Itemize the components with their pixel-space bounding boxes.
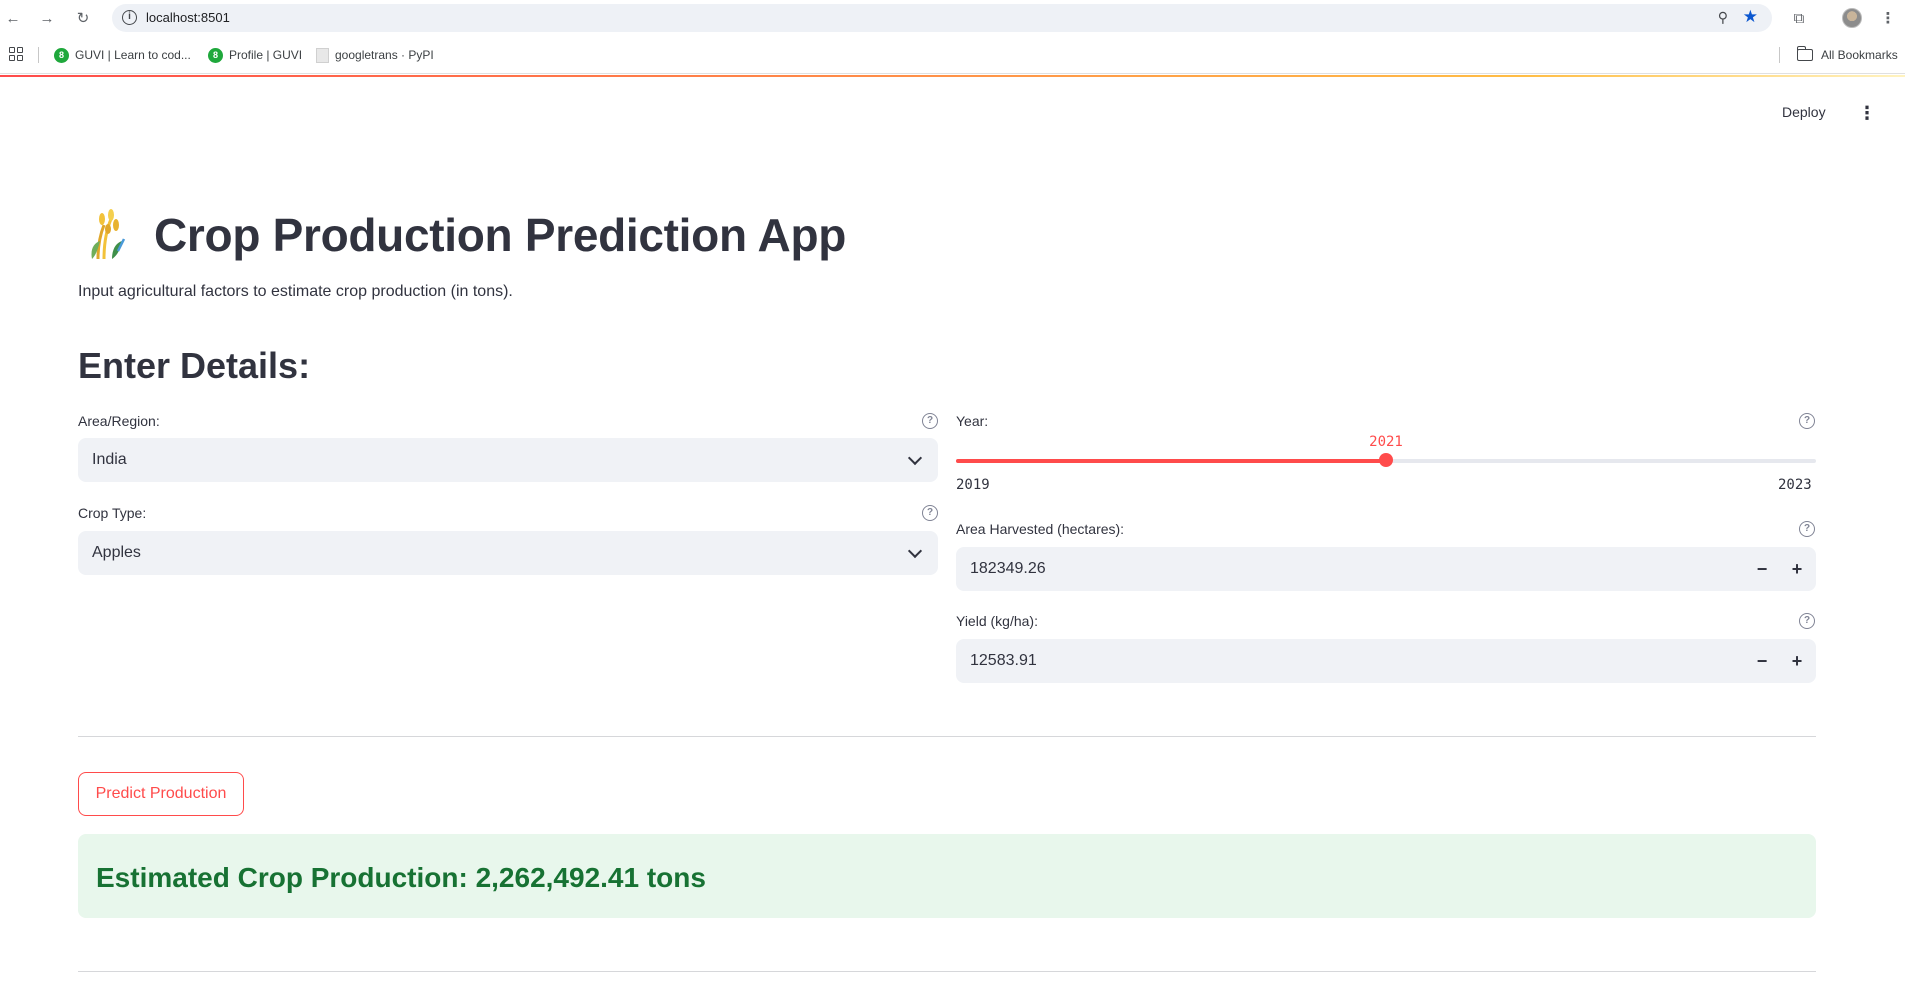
bookmark-label: GUVI | Learn to cod... [75,48,191,62]
yield-input[interactable]: 12583.91 [956,639,1816,683]
chevron-down-icon [907,450,923,466]
bookmark-label: googletrans · PyPI [335,48,434,62]
area-region-value: India [92,451,127,468]
area-harvested-value[interactable]: 182349.26 [970,560,1046,578]
year-label: Year: [956,413,989,429]
main-menu-icon[interactable]: ⋮ [1858,104,1876,122]
bookmarks-bar: 8 GUVI | Learn to cod... 8 Profile | GUV… [0,36,1905,74]
bookmarks-separator [38,47,39,63]
document-favicon-icon [316,47,329,63]
browser-menu-icon[interactable]: ⋮ [1876,6,1900,30]
unused [1744,0,1778,44]
crop-icon [78,205,144,265]
zoom-icon[interactable]: ⚲ [1718,9,1728,26]
divider [78,971,1816,972]
apps-grid-icon[interactable] [9,47,23,61]
all-bookmarks-button[interactable]: All Bookmarks [1796,46,1898,64]
profile-avatar[interactable] [1842,8,1862,28]
help-icon[interactable]: ? [1799,521,1815,537]
back-icon[interactable]: ← [2,7,24,29]
address-url[interactable]: localhost:8501 [146,10,230,25]
help-icon[interactable]: ? [922,505,938,521]
deploy-button[interactable]: Deploy [1782,104,1826,120]
help-icon[interactable]: ? [1799,613,1815,629]
area-region-select[interactable]: India [78,438,938,482]
help-icon[interactable]: ? [1799,413,1815,429]
forward-icon[interactable]: → [36,7,58,29]
predict-production-button[interactable]: Predict Production [78,772,244,816]
year-slider-max: 2023 [1778,477,1812,493]
page-subtitle: Input agricultural factors to estimate c… [78,283,513,300]
chevron-down-icon [907,543,923,559]
yield-value[interactable]: 12583.91 [970,652,1037,670]
help-icon[interactable]: ? [922,413,938,429]
result-success-box: Estimated Crop Production: 2,262,492.41 … [78,834,1816,918]
increment-button[interactable]: + [1780,639,1814,683]
bookmark-label: Profile | GUVI [229,48,303,62]
increment-button[interactable]: + [1780,547,1814,591]
year-slider-track[interactable] [956,453,1816,467]
year-slider-value: 2021 [1369,434,1403,450]
crop-type-value: Apples [92,544,141,561]
year-slider-min: 2019 [956,477,990,493]
site-info-icon[interactable]: i [122,10,137,25]
folder-icon [1796,46,1813,61]
reload-icon[interactable]: ↻ [72,7,94,29]
crop-type-select[interactable]: Apples [78,531,938,575]
app-decoration-bar [0,75,1905,77]
guvi-favicon-icon: 8 [208,47,223,63]
divider [78,736,1816,737]
guvi-favicon-icon: 8 [54,47,69,63]
address-bar[interactable]: i localhost:8501 ⚲ ★ [112,4,1772,32]
area-harvested-label: Area Harvested (hectares): [956,521,1125,537]
page-title-row: Crop Production Prediction App [78,205,846,265]
area-region-label: Area/Region: [78,413,160,429]
browser-toolbar: ← → ↻ i localhost:8501 ⚲ ★ ⧉ ⋮ [0,0,1905,36]
decrement-button[interactable]: − [1745,547,1779,591]
yield-label: Yield (kg/ha): [956,613,1038,629]
result-text: Estimated Crop Production: 2,262,492.41 … [96,862,706,893]
extensions-icon[interactable]: ⧉ [1787,6,1811,30]
bookmark-guvi-learn[interactable]: 8 GUVI | Learn to cod... [54,46,191,64]
bookmarks-separator [1779,47,1780,63]
section-heading: Enter Details: [78,345,311,386]
bookmark-googletrans[interactable]: googletrans · PyPI [316,46,434,64]
page-title: Crop Production Prediction App [154,209,847,261]
decrement-button[interactable]: − [1745,639,1779,683]
year-slider-fill [956,459,1386,463]
area-harvested-input[interactable]: 182349.26 [956,547,1816,591]
all-bookmarks-label: All Bookmarks [1821,48,1898,62]
crop-type-label: Crop Type: [78,505,147,521]
bookmark-guvi-profile[interactable]: 8 Profile | GUVI [208,46,302,64]
year-slider-thumb[interactable] [1379,453,1393,467]
